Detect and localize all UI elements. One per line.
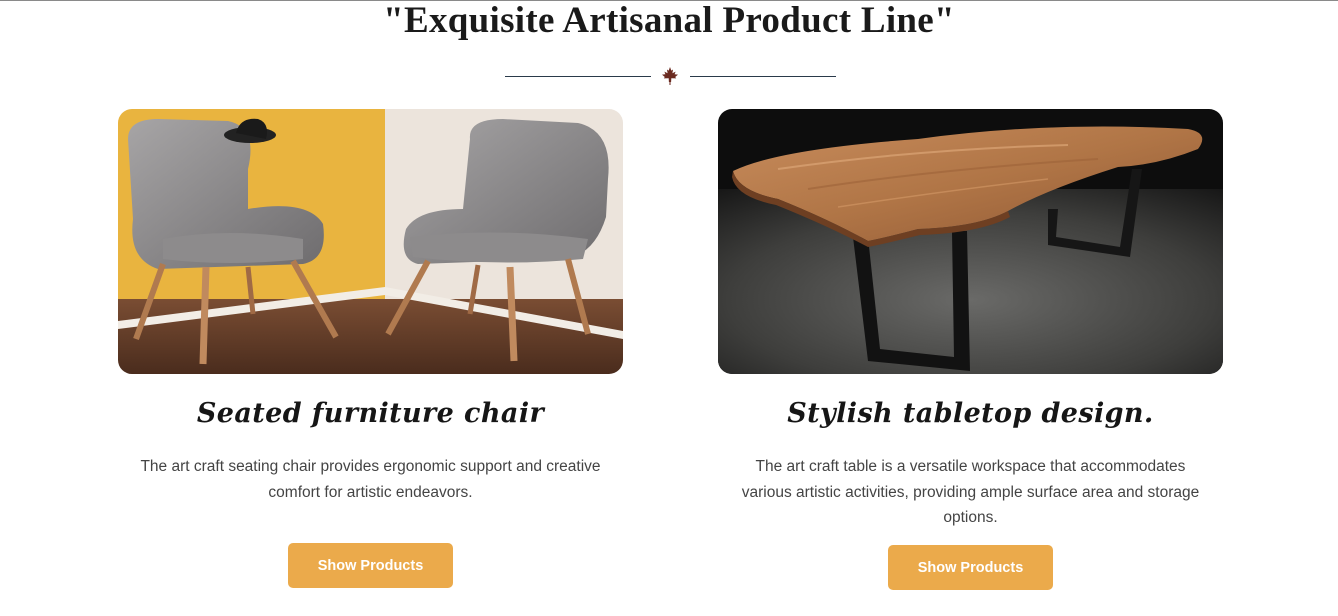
maple-leaf-icon	[662, 67, 678, 85]
show-products-button[interactable]: Show Products	[888, 545, 1053, 590]
card-description: The art craft table is a versatile works…	[741, 458, 1200, 526]
card-title: Seated furniture chair	[196, 398, 545, 429]
product-card-chair: Seated furniture chair The art craft sea…	[118, 109, 623, 588]
section-title: "Exquisite Artisanal Product Line"	[383, 0, 955, 41]
card-description: The art craft seating chair provides erg…	[140, 458, 601, 501]
show-products-button[interactable]: Show Products	[288, 543, 453, 588]
divider-line-right	[690, 76, 836, 77]
title-divider	[505, 66, 836, 86]
product-card-table: Stylish tabletop design. The art craft t…	[718, 109, 1223, 590]
chair-image	[118, 109, 623, 374]
card-title: Stylish tabletop design.	[787, 398, 1154, 429]
table-image	[718, 109, 1223, 374]
divider-line-left	[505, 76, 651, 77]
